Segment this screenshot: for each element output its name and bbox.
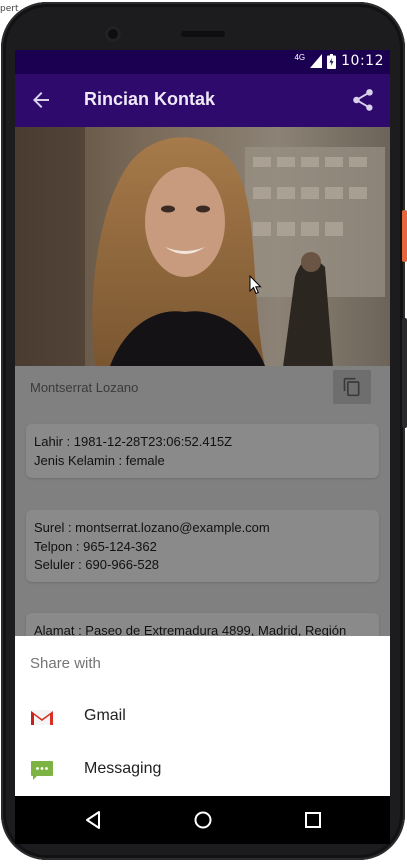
page-title: Rincian Kontak	[84, 89, 216, 109]
network-type: 4G	[294, 52, 306, 62]
contact-info-card: Surel : montserrat.lozano@example.com Te…	[26, 510, 379, 582]
share-option-label: Messaging	[84, 760, 162, 777]
photo-illustration	[15, 127, 390, 366]
share-option-label: Gmail	[84, 707, 126, 724]
system-nav-bar	[15, 796, 390, 844]
home-circle-icon[interactable]	[191, 808, 215, 832]
cell: Seluler : 690-966-528	[34, 557, 160, 572]
side-button-volume	[402, 318, 407, 428]
earpiece-speaker	[181, 31, 225, 37]
front-camera	[105, 26, 121, 42]
back-arrow-icon[interactable]	[29, 88, 53, 112]
screen: 4G 10:12 Rincian Kontak Montserrat Lozan…	[15, 50, 390, 796]
copy-button[interactable]	[333, 370, 371, 404]
copy-icon	[343, 377, 360, 397]
back-triangle-icon[interactable]	[81, 808, 105, 832]
status-bar: 4G 10:12	[15, 50, 390, 74]
clock: 10:12	[341, 53, 384, 69]
email: Surel : montserrat.lozano@example.com	[34, 520, 270, 535]
recent-square-icon[interactable]	[301, 808, 325, 832]
status-icons: 4G 10:12	[294, 52, 384, 70]
share-sheet: Share with Gmail Messaging	[15, 636, 390, 796]
mouse-cursor-icon	[249, 275, 262, 295]
share-icon[interactable]	[350, 87, 376, 113]
share-option-gmail[interactable]: Gmail	[15, 691, 390, 741]
share-option-messaging[interactable]: Messaging	[15, 744, 390, 794]
messaging-icon	[31, 761, 53, 780]
contact-photo	[15, 127, 390, 366]
birth-gender-card: Lahir : 1981-12-28T23:06:52.415Z Jenis K…	[26, 424, 379, 478]
battery-icon	[327, 53, 337, 69]
signal-icon	[310, 54, 323, 68]
gender: Jenis Kelamin : female	[34, 452, 165, 468]
phone: Telpon : 965-124-362	[34, 538, 157, 554]
share-sheet-title: Share with	[30, 655, 101, 672]
birth-date: Lahir : 1981-12-28T23:06:52.415Z	[34, 434, 233, 449]
side-button-power	[402, 210, 407, 262]
gmail-icon	[31, 710, 53, 725]
contact-name: Montserrat Lozano	[30, 380, 139, 395]
app-bar: Rincian Kontak	[15, 74, 390, 127]
